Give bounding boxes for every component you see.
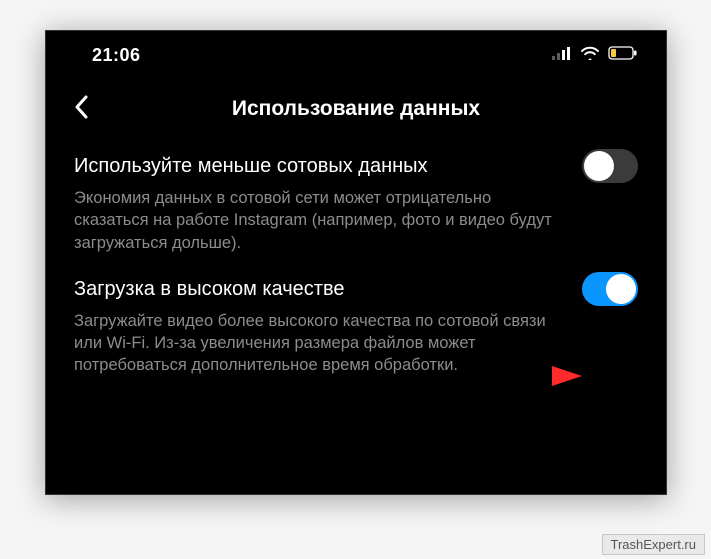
wifi-icon [580, 46, 600, 65]
setting-title: Используйте меньше сотовых данных [74, 153, 428, 179]
settings-list: Используйте меньше сотовых данных Эконом… [46, 139, 666, 377]
toggle-use-less-cellular[interactable] [582, 149, 638, 183]
back-button[interactable] [66, 89, 96, 129]
toggle-knob [606, 274, 636, 304]
toggle-knob [584, 151, 614, 181]
phone-screen: 21:06 [45, 30, 667, 495]
setting-description: Загружайте видео более высокого качества… [74, 310, 564, 377]
status-time: 21:06 [92, 45, 141, 66]
setting-use-less-cellular: Используйте меньше сотовых данных Эконом… [74, 149, 638, 254]
nav-header: Использование данных [46, 79, 666, 139]
status-icons [552, 46, 638, 65]
cellular-icon [552, 46, 572, 65]
battery-icon [608, 46, 638, 65]
watermark: TrashExpert.ru [602, 534, 706, 555]
toggle-high-quality-upload[interactable] [582, 272, 638, 306]
chevron-left-icon [74, 95, 88, 124]
setting-high-quality-upload: Загрузка в высоком качестве Загружайте в… [74, 272, 638, 377]
setting-description: Экономия данных в сотовой сети может отр… [74, 187, 564, 254]
setting-title: Загрузка в высоком качестве [74, 276, 344, 302]
status-bar: 21:06 [46, 31, 666, 79]
page-title: Использование данных [232, 97, 480, 121]
